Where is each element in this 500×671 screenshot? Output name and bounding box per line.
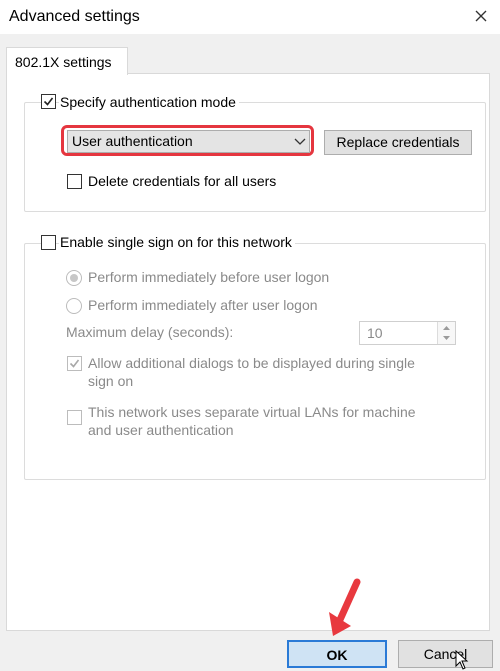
tab-8021x-settings[interactable]: 802.1X settings xyxy=(6,47,128,75)
radio-perform-before-logon[interactable] xyxy=(66,270,82,286)
auth-mode-group xyxy=(24,102,486,212)
separate-vlans-label-line2: and user authentication xyxy=(88,422,234,438)
separate-vlans-label-line1: This network uses separate virtual LANs … xyxy=(88,404,416,420)
delete-credentials-checkbox[interactable] xyxy=(67,174,82,189)
max-delay-spinner[interactable]: 10 xyxy=(359,321,456,345)
spinner-arrows[interactable] xyxy=(437,322,455,344)
mouse-cursor-icon xyxy=(455,650,469,670)
title-bar: Advanced settings xyxy=(0,0,500,34)
chevron-down-icon xyxy=(294,138,306,145)
allow-dialogs-checkbox[interactable] xyxy=(67,356,82,371)
checkmark-icon xyxy=(69,359,80,368)
auth-mode-selected-value: User authentication xyxy=(72,133,193,149)
allow-dialogs-label-line1: Allow additional dialogs to be displayed… xyxy=(88,355,415,371)
ok-button[interactable]: OK xyxy=(287,640,387,668)
spinner-up-down-icon xyxy=(443,326,450,340)
allow-dialogs-label-line2: sign on xyxy=(88,373,134,389)
specify-auth-mode-checkbox[interactable] xyxy=(41,94,56,109)
enable-sso-checkbox[interactable] xyxy=(41,235,56,250)
separate-vlans-checkbox[interactable] xyxy=(67,410,82,425)
radio-perform-after-logon[interactable] xyxy=(66,298,82,314)
close-icon[interactable] xyxy=(470,5,492,27)
tab-label: 802.1X settings xyxy=(15,54,112,70)
replace-credentials-button[interactable]: Replace credentials xyxy=(324,130,472,155)
specify-auth-mode-label: Specify authentication mode xyxy=(59,93,239,111)
delete-credentials-label: Delete credentials for all users xyxy=(88,173,277,189)
replace-credentials-label: Replace credentials xyxy=(336,134,460,150)
max-delay-label: Maximum delay (seconds): xyxy=(66,324,234,340)
auth-mode-select[interactable]: User authentication xyxy=(67,130,310,153)
perform-after-logon-label: Perform immediately after user logon xyxy=(88,297,318,313)
window-title: Advanced settings xyxy=(9,8,140,25)
ok-label: OK xyxy=(326,647,348,663)
max-delay-value: 10 xyxy=(367,325,383,341)
perform-before-logon-label: Perform immediately before user logon xyxy=(88,269,330,285)
radio-selected-dot xyxy=(70,274,78,282)
enable-sso-label: Enable single sign on for this network xyxy=(59,233,295,251)
checkmark-icon xyxy=(43,97,54,106)
red-arrow-annotation-icon xyxy=(329,578,361,636)
cancel-button[interactable]: Cancel xyxy=(398,640,493,668)
